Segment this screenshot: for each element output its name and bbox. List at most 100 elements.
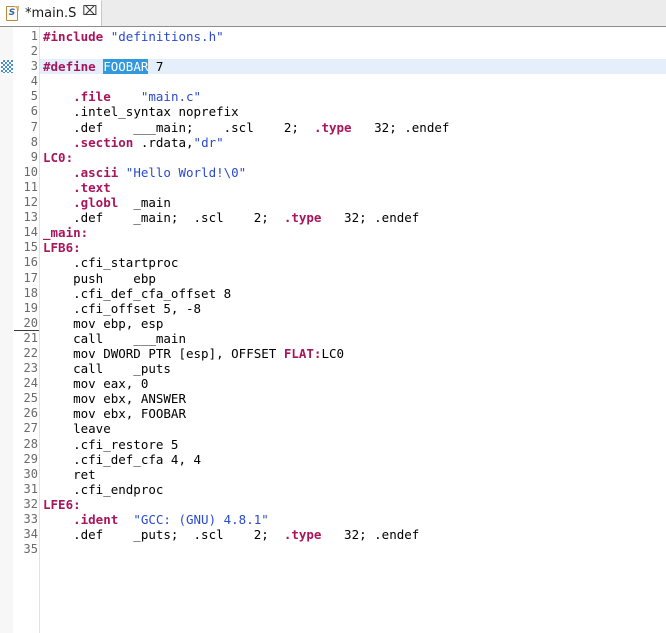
line-number: 19: [23, 300, 38, 315]
code-line[interactable]: mov eax, 0: [40, 376, 666, 391]
code-line[interactable]: .cfi_offset 5, -8: [40, 301, 666, 316]
line-number: 27: [23, 421, 38, 436]
line-number: 34: [23, 527, 38, 542]
code-line[interactable]: .section .rdata,"dr": [40, 135, 666, 150]
code-token: 7: [148, 59, 164, 75]
code-token: LC0: [321, 345, 345, 361]
close-icon[interactable]: ⌧: [82, 3, 98, 20]
code-line[interactable]: LFE6:: [40, 497, 666, 512]
code-line[interactable]: .def _puts; .scl 2; .type 32; .endef: [40, 527, 666, 542]
code-line[interactable]: [40, 44, 666, 59]
code-line[interactable]: LC0:: [40, 150, 666, 165]
code-line[interactable]: push ebp: [40, 271, 666, 286]
line-number: 26: [23, 406, 38, 421]
code-line[interactable]: LFB6:: [40, 240, 666, 255]
code-token: ret: [43, 466, 96, 482]
code-token: .globl: [73, 195, 119, 211]
line-number: 14: [23, 225, 38, 240]
line-number: 12: [23, 195, 38, 210]
line-number: 1: [30, 29, 38, 43]
line-number: 23: [23, 361, 38, 376]
code-line[interactable]: .file "main.c": [40, 89, 666, 104]
line-number: 30: [23, 466, 38, 481]
source-code-area[interactable]: #include "definitions.h" #define FOOBAR …: [40, 27, 666, 633]
line-number: 10: [23, 164, 38, 179]
code-line[interactable]: .cfi_def_cfa_offset 8: [40, 286, 666, 301]
code-line[interactable]: .cfi_endproc: [40, 482, 666, 497]
code-line[interactable]: _main:: [40, 225, 666, 240]
code-token: #include: [43, 29, 104, 44]
line-number: 9: [30, 149, 38, 164]
code-line[interactable]: call ___main: [40, 331, 666, 346]
code-line[interactable]: call _puts: [40, 361, 666, 376]
code-line[interactable]: .text: [40, 180, 666, 195]
editor-tab-main-s[interactable]: S *main.S ⌧: [0, 0, 103, 26]
code-token: .rdata,: [133, 134, 194, 150]
code-token: mov ebx, FOOBAR: [43, 406, 186, 422]
code-line[interactable]: .ascii "Hello World!\0": [40, 165, 666, 180]
line-number: 17: [23, 270, 38, 285]
code-token: "definitions.h": [110, 29, 224, 44]
code-token: _main:: [43, 225, 89, 241]
code-token: push ebp: [43, 270, 156, 286]
code-token: call ___main: [43, 330, 186, 346]
editor-tab-label: *main.S: [25, 5, 77, 21]
line-number: 33: [23, 512, 38, 526]
code-token: .section: [73, 134, 134, 150]
line-number: 28: [23, 436, 38, 451]
code-line[interactable]: mov ebx, FOOBAR: [40, 406, 666, 421]
code-token: .type: [313, 119, 352, 135]
line-number: 11: [23, 179, 38, 194]
code-line[interactable]: mov DWORD PTR [esp], OFFSET FLAT:LC0: [40, 346, 666, 361]
code-token: _main: [118, 195, 171, 211]
code-token: .type: [283, 210, 322, 226]
file-icon-letter: S: [8, 7, 16, 18]
code-token: mov ebx, ANSWER: [43, 391, 186, 407]
code-token: .cfi_def_cfa_offset 8: [43, 285, 232, 301]
close-icon-glyph: ⌧: [82, 3, 98, 19]
line-number-ruler[interactable]: 1 2 3 4 5 6 7 8 9 10 11 12 13 14 15 16 17 18 19 20 21 22 23 24 2…: [14, 27, 40, 633]
code-token: .cfi_def_cfa 4, 4: [43, 451, 202, 467]
code-line[interactable]: #include "definitions.h": [40, 29, 666, 44]
code-line[interactable]: .def ___main; .scl 2; .type 32; .endef: [40, 120, 666, 135]
line-number: 16: [23, 255, 38, 270]
code-line[interactable]: .ident "GCC: (GNU) 4.8.1": [40, 512, 666, 527]
code-line[interactable]: .cfi_restore 5: [40, 437, 666, 452]
code-line[interactable]: [40, 74, 666, 89]
code-line[interactable]: mov ebp, esp: [40, 316, 666, 331]
line-number: 7: [30, 119, 38, 134]
line-number: 24: [23, 376, 38, 391]
line-number: 20: [14, 316, 39, 331]
code-line[interactable]: #define FOOBAR 7: [40, 59, 666, 75]
line-number: 15: [23, 240, 38, 255]
code-line[interactable]: leave: [40, 421, 666, 436]
line-number: 18: [23, 285, 38, 300]
annotation-ruler[interactable]: [0, 27, 14, 633]
code-line[interactable]: .cfi_startproc: [40, 255, 666, 270]
code-line[interactable]: .cfi_def_cfa 4, 4: [40, 452, 666, 467]
line-number: 21: [23, 330, 38, 345]
code-token: .def ___main; .scl 2;: [43, 119, 314, 135]
code-line[interactable]: .def _main; .scl 2; .type 32; .endef: [40, 210, 666, 225]
line-number: 4: [30, 74, 38, 89]
line-number: 3: [30, 59, 38, 74]
code-token: .file: [73, 89, 111, 105]
code-token: .cfi_restore 5: [43, 436, 179, 452]
occurrence-marker-icon[interactable]: [1, 60, 13, 74]
code-line[interactable]: .intel_syntax noprefix: [40, 104, 666, 119]
code-line[interactable]: .globl _main: [40, 195, 666, 210]
selected-token[interactable]: FOOBAR: [103, 59, 149, 75]
code-line[interactable]: [40, 542, 666, 557]
code-line[interactable]: ret: [40, 467, 666, 482]
code-line[interactable]: mov ebx, ANSWER: [40, 391, 666, 406]
